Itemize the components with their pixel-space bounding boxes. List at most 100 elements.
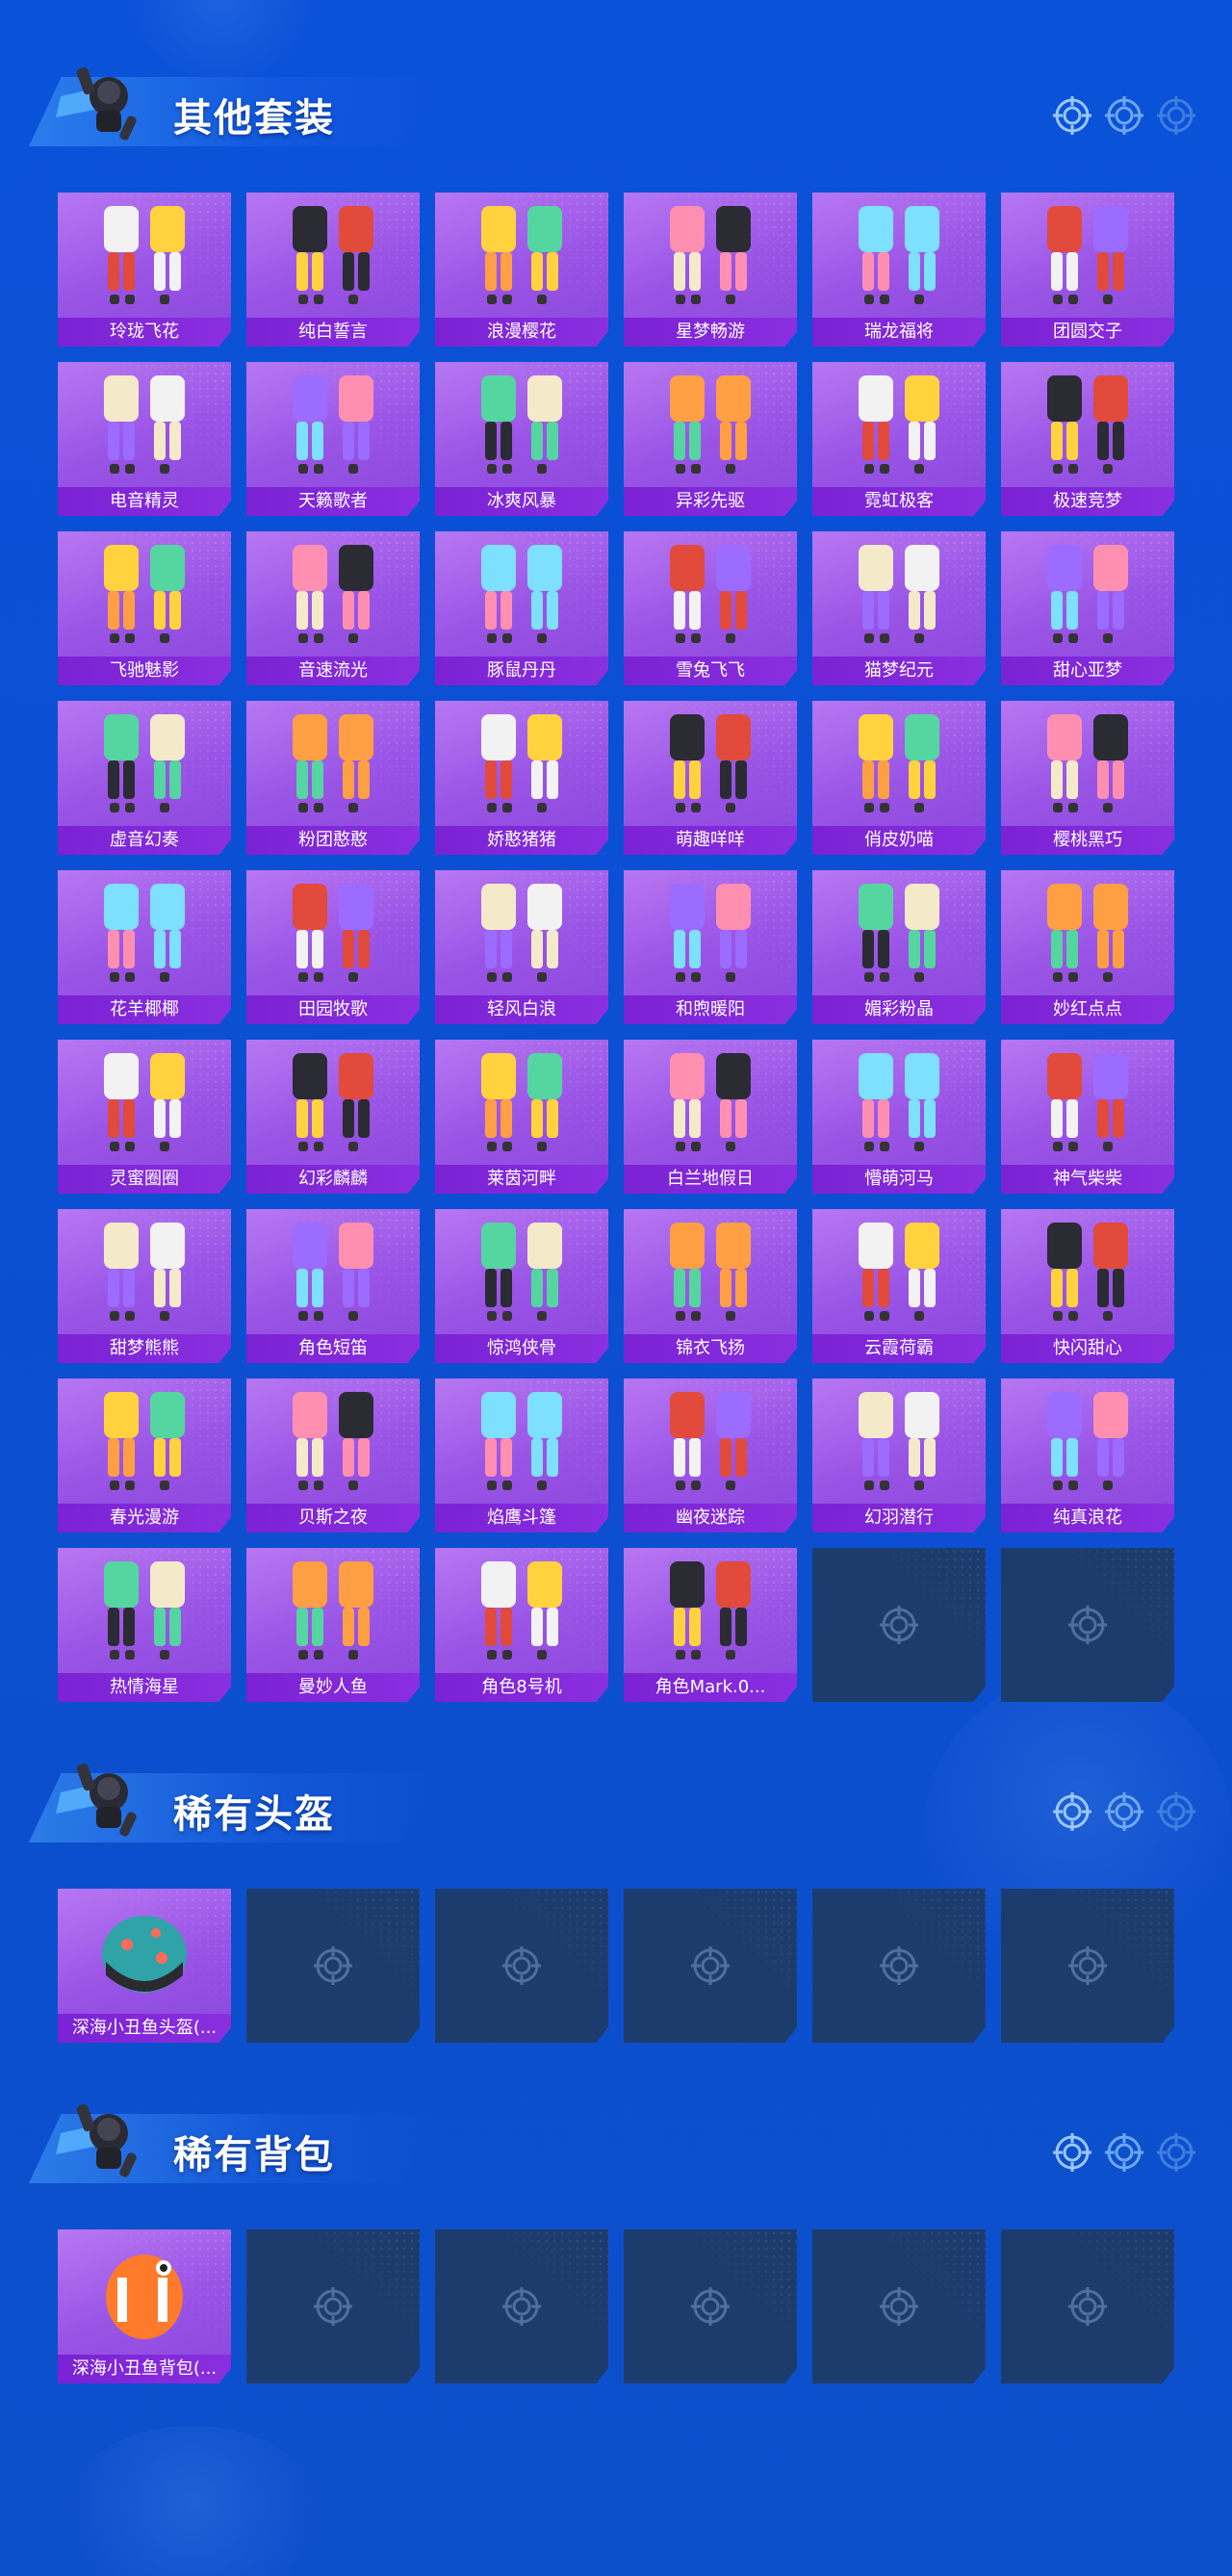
- item-card[interactable]: 锦衣飞扬: [624, 1209, 797, 1363]
- item-card[interactable]: 粉团憨憨: [246, 701, 420, 855]
- item-name: 贝斯之夜: [246, 1504, 420, 1533]
- item-card[interactable]: 花羊椰椰: [58, 870, 231, 1024]
- target-icon: [1105, 1792, 1143, 1831]
- item-card[interactable]: 媚彩粉晶: [812, 870, 986, 1024]
- item-card[interactable]: 妙红点点: [1001, 870, 1174, 1024]
- item-card[interactable]: 幻羽潜行: [812, 1378, 986, 1533]
- item-card[interactable]: 角色短笛: [246, 1209, 420, 1363]
- outfit-figure-icon: [293, 884, 373, 982]
- item-card[interactable]: 猫梦纪元: [812, 531, 986, 685]
- item-card[interactable]: 懵萌河马: [812, 1040, 986, 1194]
- item-name: 深海小丑鱼头盔(...: [58, 2014, 231, 2043]
- item-card[interactable]: 娇憨猪猪: [435, 701, 608, 855]
- item-card[interactable]: 田园牧歌: [246, 870, 420, 1024]
- item-card[interactable]: 角色Mark.0...: [624, 1548, 797, 1702]
- item-card[interactable]: 纯真浪花: [1001, 1378, 1174, 1533]
- item-card[interactable]: 灵蜜圈圈: [58, 1040, 231, 1194]
- target-icon: [1157, 1792, 1195, 1831]
- outfit-figure-icon: [670, 714, 751, 812]
- item-name: 霓虹极客: [812, 487, 986, 516]
- item-card[interactable]: 萌趣咩咩: [624, 701, 797, 855]
- item-card[interactable]: 极速竞梦: [1001, 362, 1174, 516]
- outfit-figure-icon: [481, 206, 562, 304]
- outfit-figure-icon: [104, 375, 185, 474]
- item-card[interactable]: 音速流光: [246, 531, 420, 685]
- item-card[interactable]: 曼妙人鱼: [246, 1548, 420, 1702]
- outfit-figure-icon: [1047, 375, 1128, 474]
- item-card[interactable]: 雪兔飞飞: [624, 531, 797, 685]
- item-name: 焰鹰斗篷: [435, 1504, 608, 1533]
- item-card[interactable]: 幻彩麟麟: [246, 1040, 420, 1194]
- item-card[interactable]: 星梦畅游: [624, 193, 797, 347]
- item-name: 神气柴柴: [1001, 1165, 1174, 1194]
- item-name: 甜梦熊熊: [58, 1334, 231, 1363]
- empty-slot: [624, 1889, 797, 2043]
- item-card[interactable]: 团圆交子: [1001, 193, 1174, 347]
- item-card[interactable]: 神气柴柴: [1001, 1040, 1174, 1194]
- item-card[interactable]: 霓虹极客: [812, 362, 986, 516]
- item-card[interactable]: 云霞荷霸: [812, 1209, 986, 1363]
- outfit-figure-icon: [1047, 545, 1128, 643]
- outfit-figure-icon: [104, 1223, 185, 1321]
- item-card[interactable]: 莱茵河畔: [435, 1040, 608, 1194]
- item-card[interactable]: 惊鸿侠骨: [435, 1209, 608, 1363]
- item-card[interactable]: 玲珑飞花: [58, 193, 231, 347]
- section-header: 稀有背包: [0, 2075, 1232, 2183]
- item-name: 粉团憨憨: [246, 826, 420, 855]
- section-header: 稀有头盔: [0, 1735, 1232, 1842]
- outfit-figure-icon: [293, 1561, 373, 1660]
- item-name: 纯真浪花: [1001, 1504, 1174, 1533]
- section-title: 稀有头盔: [173, 1792, 335, 1837]
- outfit-figure-icon: [670, 375, 751, 474]
- outfit-figure-icon: [859, 884, 939, 982]
- item-card[interactable]: 俏皮奶喵: [812, 701, 986, 855]
- section-target-icons: [1051, 94, 1197, 137]
- outfit-figure-icon: [670, 1561, 751, 1660]
- item-card[interactable]: 焰鹰斗篷: [435, 1378, 608, 1533]
- skydiver-avatar-icon: [56, 2103, 137, 2177]
- item-card[interactable]: 瑞龙福将: [812, 193, 986, 347]
- item-card[interactable]: 春光漫游: [58, 1378, 231, 1533]
- item-card[interactable]: 深海小丑鱼头盔(...: [58, 1889, 231, 2043]
- item-card[interactable]: 浪漫樱花: [435, 193, 608, 347]
- item-card[interactable]: 纯白誓言: [246, 193, 420, 347]
- item-name: 莱茵河畔: [435, 1165, 608, 1194]
- item-name: 极速竞梦: [1001, 487, 1174, 516]
- item-card[interactable]: 天籁歌者: [246, 362, 420, 516]
- item-card[interactable]: 冰爽风暴: [435, 362, 608, 516]
- target-icon: [880, 2287, 918, 2326]
- item-card[interactable]: 豚鼠丹丹: [435, 531, 608, 685]
- item-card[interactable]: 贝斯之夜: [246, 1378, 420, 1533]
- outfit-figure-icon: [859, 1053, 939, 1151]
- outfit-figure-icon: [670, 1053, 751, 1151]
- item-card[interactable]: 樱桃黑巧: [1001, 701, 1174, 855]
- item-name: 幻羽潜行: [812, 1504, 986, 1533]
- item-card[interactable]: 虚音幻奏: [58, 701, 231, 855]
- outfit-figure-icon: [481, 714, 562, 812]
- item-card[interactable]: 快闪甜心: [1001, 1209, 1174, 1363]
- outfit-figure-icon: [1047, 1053, 1128, 1151]
- item-card[interactable]: 白兰地假日: [624, 1040, 797, 1194]
- outfit-figure-icon: [481, 375, 562, 474]
- section-rare-backpacks: 稀有背包 深海小丑鱼背包(...: [0, 2075, 1232, 2383]
- item-card[interactable]: 和煦暖阳: [624, 870, 797, 1024]
- outfit-figure-icon: [670, 884, 751, 982]
- item-name: 豚鼠丹丹: [435, 657, 608, 685]
- outfit-figure-icon: [481, 545, 562, 643]
- item-card[interactable]: 幽夜迷踪: [624, 1378, 797, 1533]
- outfit-figure-icon: [670, 1392, 751, 1490]
- item-card[interactable]: 热情海星: [58, 1548, 231, 1702]
- target-icon: [1068, 1946, 1107, 1985]
- item-name: 深海小丑鱼背包(...: [58, 2355, 231, 2383]
- item-card[interactable]: 深海小丑鱼背包(...: [58, 2229, 231, 2383]
- item-card[interactable]: 角色8号机: [435, 1548, 608, 1702]
- item-card[interactable]: 电音精灵: [58, 362, 231, 516]
- item-card[interactable]: 甜梦熊熊: [58, 1209, 231, 1363]
- item-card[interactable]: 轻风白浪: [435, 870, 608, 1024]
- item-name: 俏皮奶喵: [812, 826, 986, 855]
- item-card[interactable]: 甜心亚梦: [1001, 531, 1174, 685]
- target-icon: [1053, 2133, 1091, 2172]
- item-name: 田园牧歌: [246, 995, 420, 1024]
- item-card[interactable]: 异彩先驱: [624, 362, 797, 516]
- item-card[interactable]: 飞驰魅影: [58, 531, 231, 685]
